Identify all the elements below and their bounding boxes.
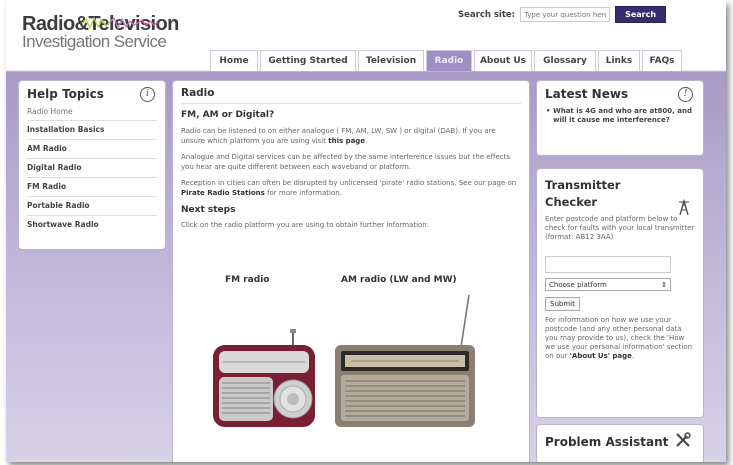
tab-home[interactable]: Home (210, 50, 258, 71)
search-label: Search site: (458, 9, 516, 20)
help-item-installation-basics[interactable]: Installation Basics (27, 121, 157, 140)
tab-radio[interactable]: Radio (426, 50, 472, 71)
fm-radio-image[interactable] (211, 327, 317, 427)
help-topics-list: Radio Home Installation Basics AM Radio … (27, 106, 157, 234)
title-line-2: Checker (545, 195, 598, 209)
privacy-info: For information on how we use your postc… (545, 316, 695, 361)
help-topics-panel: Help Topics i Radio Home Installation Ba… (18, 80, 166, 250)
next-steps-heading: Next steps (181, 205, 236, 215)
transmitter-checker-panel: Transmitter Checker Enter postcode and p… (536, 168, 704, 418)
news-item-link[interactable]: What is 4G and who are at800, and will i… (545, 107, 695, 125)
about-us-link[interactable]: 'About Us' page (570, 352, 632, 360)
pirate-text: Reception in cities can often be disrupt… (181, 179, 517, 187)
pirate-radio-link[interactable]: Pirate Radio Stations (181, 189, 265, 197)
select-arrows-icon: ⇕ (661, 280, 667, 289)
info-icon[interactable]: i (140, 87, 155, 102)
main-content-panel: Radio FM, AM or Digital? Radio can be li… (172, 80, 530, 462)
tab-glossary[interactable]: Glossary (534, 50, 596, 71)
tab-faqs[interactable]: FAQs (642, 50, 682, 71)
transmitter-tower-icon (679, 199, 689, 215)
am-radio-caption[interactable]: AM radio (LW and MW) (341, 275, 457, 285)
help-item-digital-radio[interactable]: Digital Radio (27, 159, 157, 178)
transmitter-description: Enter postcode and platform below to che… (545, 215, 695, 241)
am-radio-image[interactable] (331, 295, 479, 429)
help-item-shortwave-radio[interactable]: Shortwave Radio (27, 216, 157, 234)
next-steps-text: Click on the radio platform you are usin… (181, 221, 430, 229)
logo-subtitle: Investigation Service (22, 32, 167, 51)
page: Radio&Television Investigation Service S… (6, 0, 726, 462)
pirate-paragraph: Reception in cities can often be disrupt… (181, 179, 521, 198)
submit-button[interactable]: Submit (545, 297, 580, 311)
title-line-1: Transmitter (545, 178, 621, 192)
transmitter-checker-title: Transmitter Checker (545, 177, 695, 211)
page-title: Radio (181, 87, 521, 104)
privacy-end: . (631, 352, 635, 360)
intro-end: . (365, 136, 368, 145)
section-heading: FM, AM or Digital? (181, 110, 275, 120)
problem-assistant-panel[interactable]: Problem Assistant (536, 424, 704, 462)
help-topics-title: Help Topics (27, 87, 104, 101)
help-item-fm-radio[interactable]: FM Radio (27, 178, 157, 197)
search-input[interactable] (520, 7, 611, 22)
this-page-link[interactable]: this page (328, 137, 365, 145)
main-nav: Home Getting Started Television Radio Ab… (210, 50, 682, 71)
tab-television[interactable]: Television (358, 50, 424, 71)
platform-select-value: Choose platform (549, 280, 607, 289)
tab-about-us[interactable]: About Us (474, 50, 532, 71)
help-item-am-radio[interactable]: AM Radio (27, 140, 157, 159)
problem-assistant-title: Problem Assistant (545, 435, 669, 449)
latest-news-panel: Latest News ! What is 4G and who are at8… (536, 80, 704, 156)
platform-select[interactable]: Choose platform ⇕ (545, 278, 671, 291)
tab-links[interactable]: Links (598, 50, 640, 71)
postcode-input[interactable] (545, 256, 671, 273)
intro-paragraph: Radio can be listened to on either analo… (181, 127, 521, 146)
waveform-icon (82, 16, 159, 30)
latest-news-title: Latest News (545, 87, 629, 101)
fm-radio-caption[interactable]: FM radio (225, 275, 269, 285)
help-item-radio-home[interactable]: Radio Home (27, 106, 157, 121)
pirate-end: for more information. (267, 188, 342, 197)
site-search: Search site: Search (458, 6, 667, 23)
tab-getting-started[interactable]: Getting Started (260, 50, 356, 71)
alert-icon[interactable]: ! (678, 87, 693, 102)
tools-icon (676, 432, 691, 447)
search-button[interactable]: Search (615, 6, 667, 23)
interference-paragraph: Analogue and Digital services can be aff… (181, 153, 511, 171)
site-logo[interactable]: Radio&Television Investigation Service (22, 14, 179, 50)
help-item-portable-radio[interactable]: Portable Radio (27, 197, 157, 216)
